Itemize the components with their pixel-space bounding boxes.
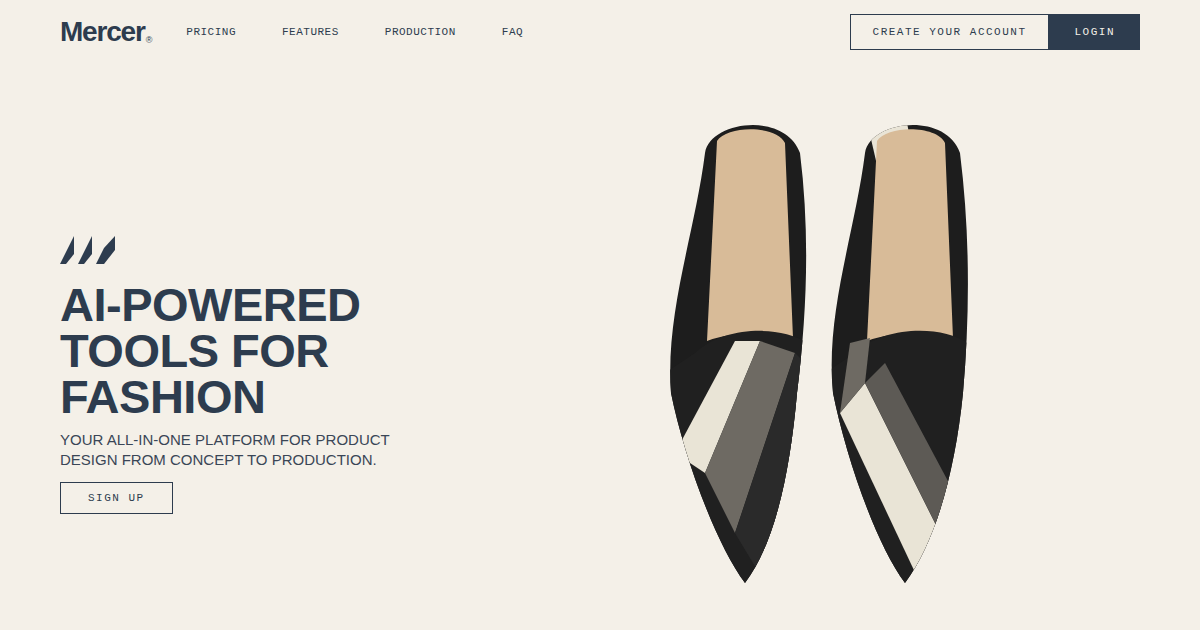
header: Mercer® PRICING FEATURES PRODUCTION FAQ CREAT… xyxy=(0,0,1200,50)
logo-text: Mercer xyxy=(60,16,145,48)
subtitle: YOUR ALL-IN-ONE PLATFORM FOR PRODUCT DES… xyxy=(60,430,390,470)
landing-page: Mercer® PRICING FEATURES PRODUCTION FAQ CREAT… xyxy=(0,0,1200,630)
headline-line: TOOLS FOR xyxy=(60,328,361,374)
sign-up-button[interactable]: SIGN UP xyxy=(60,482,173,514)
hero-image xyxy=(480,50,1200,630)
right-shoe xyxy=(825,113,985,593)
headline-line: AI-POWERED xyxy=(60,282,361,328)
login-button[interactable]: LOGIN xyxy=(1049,14,1140,50)
stripes-icon xyxy=(60,236,116,264)
nav: PRICING FEATURES PRODUCTION FAQ xyxy=(186,26,523,38)
create-account-button[interactable]: CREATE YOUR ACCOUNT xyxy=(850,14,1050,50)
nav-item[interactable]: PRODUCTION xyxy=(385,26,456,38)
nav-item[interactable]: FEATURES xyxy=(282,26,339,38)
hero-text: AI-POWEREDTOOLS FORFASHION YOUR ALL-IN-ON… xyxy=(0,50,480,630)
left-shoe xyxy=(665,113,825,593)
shoes-picture xyxy=(665,113,985,593)
headline-line: FASHION xyxy=(60,374,361,420)
logo[interactable]: Mercer® xyxy=(60,16,152,48)
header-left: Mercer® PRICING FEATURES PRODUCTION FAQ xyxy=(60,16,523,48)
hero: AI-POWEREDTOOLS FORFASHION YOUR ALL-IN-ON… xyxy=(0,50,1200,630)
nav-item[interactable]: FAQ xyxy=(502,26,523,38)
nav-item[interactable]: PRICING xyxy=(186,26,236,38)
headline: AI-POWEREDTOOLS FORFASHION xyxy=(60,282,361,420)
registered-mark: ® xyxy=(146,34,153,46)
header-buttons: CREATE YOUR ACCOUNTLOGIN xyxy=(850,14,1140,50)
